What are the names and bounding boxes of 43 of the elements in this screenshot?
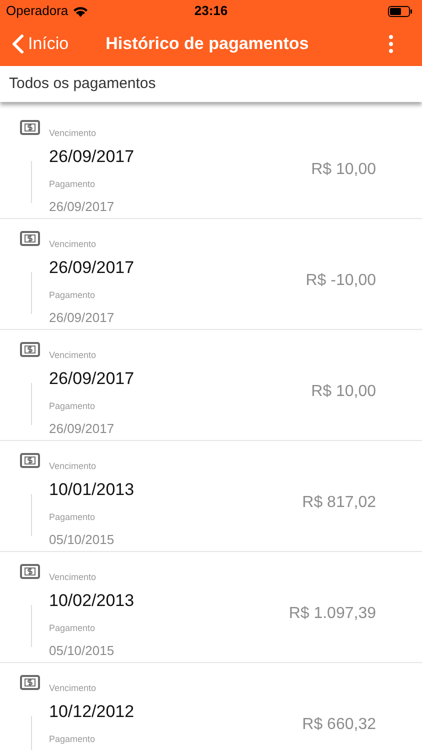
payment-label: Pagamento	[49, 289, 96, 301]
amount: R$ -10,00	[306, 271, 376, 291]
cash-icon	[20, 120, 40, 135]
due-date: 26/09/2017	[49, 368, 136, 390]
due-label: Vencimento	[49, 127, 98, 139]
due-label: Vencimento	[49, 571, 98, 583]
due-date: 26/09/2017	[49, 257, 136, 279]
page-title: Histórico de pagamentos	[106, 33, 309, 56]
due-date: 10/12/2012	[49, 701, 136, 723]
due-label: Vencimento	[49, 349, 98, 361]
due-label: Vencimento	[49, 682, 98, 694]
clock: 23:16	[194, 2, 228, 20]
wifi-icon	[73, 6, 88, 16]
payment-label: Pagamento	[49, 178, 96, 190]
filter-bar[interactable]: Todos os pagamentos	[0, 66, 422, 102]
due-date: 10/01/2013	[49, 479, 136, 501]
due-label: Vencimento	[49, 238, 98, 250]
payment-label: Pagamento	[49, 511, 96, 523]
amount: R$ 10,00	[311, 160, 376, 180]
cash-icon	[20, 342, 40, 357]
payment-label: Pagamento	[49, 622, 96, 634]
payment-date: 05/10/2015	[49, 532, 116, 548]
due-date: 26/09/2017	[49, 146, 136, 168]
amount: R$ 10,00	[311, 382, 376, 402]
payment-date: 26/09/2017	[49, 199, 116, 215]
amount: R$ 817,02	[302, 493, 376, 513]
due-date: 10/02/2013	[49, 590, 136, 612]
cash-icon	[20, 231, 40, 246]
more-menu-button[interactable]	[388, 33, 394, 55]
chevron-left-icon	[12, 34, 24, 54]
payment-date: 26/09/2017	[49, 310, 116, 326]
payment-label: Pagamento	[49, 733, 96, 745]
battery-icon	[388, 6, 412, 16]
amount: R$ 660,32	[302, 715, 376, 735]
carrier: Operadora	[6, 2, 68, 20]
payment-date: 05/10/2015	[49, 643, 116, 659]
payment-label: Pagamento	[49, 400, 96, 412]
cash-icon	[20, 453, 40, 468]
cash-icon	[20, 675, 40, 690]
payment-date: 26/09/2017	[49, 421, 116, 437]
cash-icon	[20, 564, 40, 579]
amount: R$ 1.097,39	[288, 604, 376, 624]
due-label: Vencimento	[49, 460, 98, 472]
